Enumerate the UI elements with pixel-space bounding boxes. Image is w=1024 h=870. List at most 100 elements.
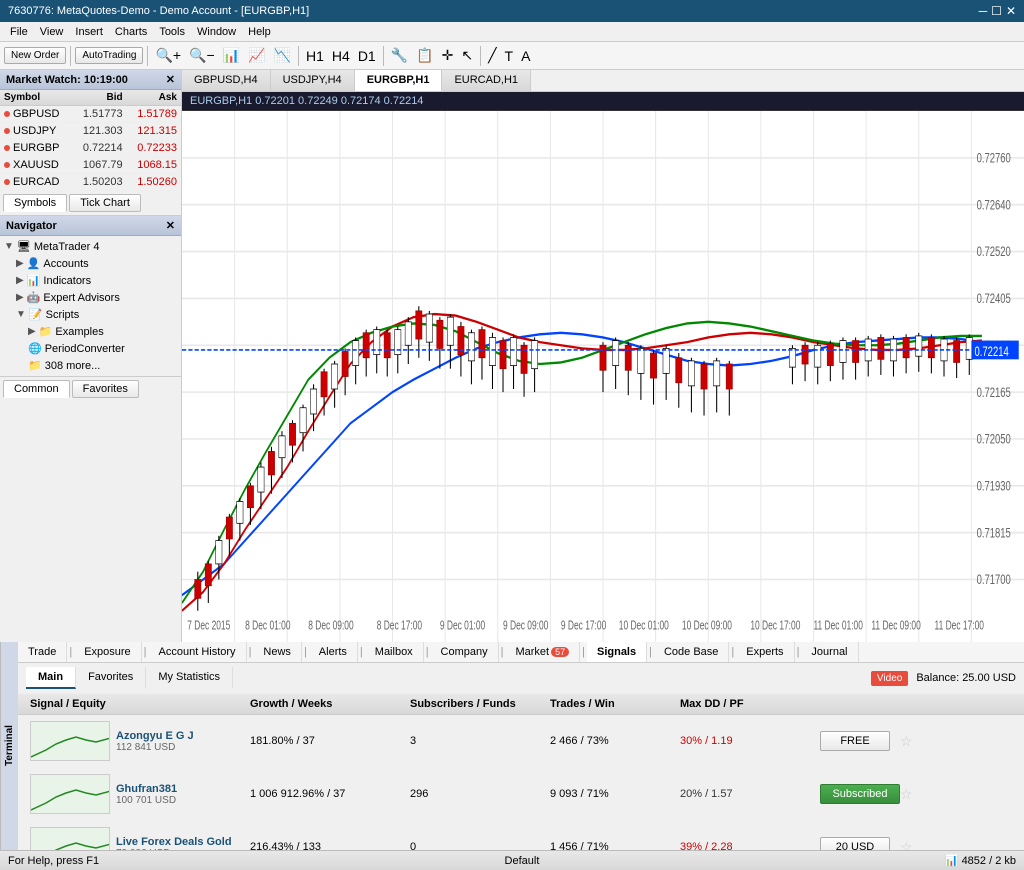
terminal-wrapper: Terminal Trade | Exposure | Account Hist… [0, 642, 1024, 850]
template-icon[interactable]: 📋 [413, 45, 436, 66]
signal-row[interactable]: Live Forex Deals Gold 79 086 USD 216.43%… [18, 821, 1024, 850]
market-watch-row[interactable]: GBPUSD 1.51773 1.51789 [0, 106, 181, 123]
text-tool-icon[interactable]: T [502, 46, 517, 66]
auto-trading-button[interactable]: AutoTrading [75, 47, 143, 64]
symbols-tab[interactable]: Symbols [3, 194, 67, 212]
common-tab[interactable]: Common [3, 380, 70, 398]
signal-name[interactable]: Azongyu E G J [116, 730, 194, 742]
tab-signals[interactable]: Signals [587, 642, 647, 662]
tab-separator: | [67, 646, 74, 658]
subscribed-button[interactable]: Subscribed [820, 784, 900, 804]
signal-action-cell[interactable]: 20 USD [816, 837, 896, 850]
market-watch-close-icon[interactable]: ✕ [166, 73, 175, 86]
svg-text:0.71930: 0.71930 [977, 478, 1011, 494]
chart-tab-eurcad[interactable]: EURCAD,H1 [442, 70, 531, 91]
menu-item-charts[interactable]: Charts [109, 24, 153, 40]
signal-action-cell[interactable]: FREE [816, 731, 896, 751]
market-watch-row[interactable]: EURGBP 0.72214 0.72233 [0, 140, 181, 157]
bar-icon[interactable]: 📉 [271, 45, 294, 66]
nav-period-converter[interactable]: 🌐 PeriodConverter [0, 340, 181, 357]
line-chart-icon[interactable]: 📈 [245, 45, 268, 66]
chart-canvas[interactable]: 0.72760 0.72640 0.72520 0.72405 0.72285 … [182, 111, 1024, 642]
zoom-out-icon[interactable]: 🔍− [186, 45, 218, 66]
navigator-close-icon[interactable]: ✕ [166, 219, 175, 232]
menu-item-window[interactable]: Window [191, 24, 242, 40]
navigator-title: Navigator [6, 220, 57, 232]
chart-tab-gbpusd[interactable]: GBPUSD,H4 [182, 70, 271, 91]
chart-tab-usdjpy[interactable]: USDJPY,H4 [271, 70, 355, 91]
menu-item-tools[interactable]: Tools [153, 24, 191, 40]
period-icon[interactable]: H1 [303, 46, 327, 66]
signals-tab-main[interactable]: Main [26, 667, 76, 689]
favorites-tab[interactable]: Favorites [72, 380, 139, 398]
free-button[interactable]: FREE [820, 731, 890, 751]
period-d1-icon[interactable]: D1 [355, 46, 379, 66]
paid-button[interactable]: 20 USD [820, 837, 890, 850]
nav-accounts[interactable]: ▶ 👤 Accounts [0, 255, 181, 272]
close-button[interactable]: ✕ [1006, 4, 1016, 18]
tab-news[interactable]: News [253, 642, 302, 662]
crosshair-icon[interactable]: ✛ [439, 45, 457, 66]
line-tool-icon[interactable]: ╱ [485, 45, 499, 66]
tab-exposure[interactable]: Exposure [74, 642, 141, 662]
star-icon[interactable]: ☆ [900, 786, 913, 802]
star-icon[interactable]: ☆ [900, 733, 913, 749]
tick-chart-tab[interactable]: Tick Chart [69, 194, 141, 212]
video-button[interactable]: Video [871, 671, 908, 686]
indicator-icon[interactable]: 🔧 [388, 45, 411, 66]
new-order-button[interactable]: New Order [4, 47, 66, 64]
star-icon[interactable]: ☆ [900, 839, 913, 851]
tab-separator: | [302, 646, 309, 658]
signals-list: Azongyu E G J 112 841 USD 181.80% / 37 3… [18, 715, 1024, 850]
signals-tab-my-statistics[interactable]: My Statistics [146, 667, 233, 689]
nav-indicators[interactable]: ▶ 📊 Indicators [0, 272, 181, 289]
signal-action-cell[interactable]: Subscribed [816, 784, 896, 804]
maximize-button[interactable]: ☐ [991, 4, 1002, 18]
nav-more-label: 308 more... [45, 360, 101, 372]
tab-market[interactable]: Market57 [505, 642, 580, 662]
signal-trades-win: 1 456 / 71% [546, 841, 676, 850]
signal-row[interactable]: Azongyu E G J 112 841 USD 181.80% / 37 3… [18, 715, 1024, 768]
minimize-button[interactable]: ─ [979, 4, 988, 18]
market-watch-row[interactable]: EURCAD 1.50203 1.50260 [0, 174, 181, 191]
signal-name[interactable]: Ghufran381 [116, 783, 177, 795]
menu-item-view[interactable]: View [34, 24, 70, 40]
nav-examples[interactable]: ▶ 📁 Examples [0, 323, 181, 340]
menu-item-file[interactable]: File [4, 24, 34, 40]
nav-expert-advisors[interactable]: ▶ 🤖 Expert Advisors [0, 289, 181, 306]
signal-star-cell[interactable]: ☆ [896, 839, 926, 851]
nav-more[interactable]: 📁 308 more... [0, 357, 181, 374]
chart-tab-eurgbp[interactable]: EURGBP,H1 [355, 70, 443, 91]
tab-journal[interactable]: Journal [801, 642, 858, 662]
period-h4-icon[interactable]: H4 [329, 46, 353, 66]
label-tool-icon[interactable]: A [518, 46, 533, 66]
symbol-cell: USDJPY [0, 123, 72, 140]
toolbar-separator-4 [383, 46, 384, 66]
zoom-in-icon[interactable]: 🔍+ [152, 45, 184, 66]
nav-metatrader4[interactable]: ▼ 🖥 MetaTrader 4 [0, 238, 181, 255]
market-watch-row[interactable]: USDJPY 121.303 121.315 [0, 123, 181, 140]
tab-mailbox[interactable]: Mailbox [365, 642, 424, 662]
signal-row[interactable]: Ghufran381 100 701 USD 1 006 912.96% / 3… [18, 768, 1024, 821]
nav-scripts-icon: 📝 [29, 308, 43, 321]
tab-trade[interactable]: Trade [18, 642, 67, 662]
menu-item-insert[interactable]: Insert [69, 24, 109, 40]
signal-name[interactable]: Live Forex Deals Gold [116, 836, 232, 848]
chart-icon[interactable]: 📊 [220, 45, 243, 66]
pointer-icon[interactable]: ↖ [458, 45, 476, 66]
window-controls[interactable]: ─ ☐ ✕ [979, 4, 1016, 18]
signal-star-cell[interactable]: ☆ [896, 733, 926, 750]
tab-account-history[interactable]: Account History [149, 642, 247, 662]
tab-codebase[interactable]: Code Base [654, 642, 729, 662]
tab-experts[interactable]: Experts [736, 642, 794, 662]
svg-text:8 Dec 09:00: 8 Dec 09:00 [308, 619, 353, 633]
signals-tab-favorites[interactable]: Favorites [76, 667, 146, 689]
tab-alerts[interactable]: Alerts [309, 642, 358, 662]
signal-star-cell[interactable]: ☆ [896, 786, 926, 803]
tab-company[interactable]: Company [431, 642, 499, 662]
market-watch-row[interactable]: XAUUSD 1067.79 1068.15 [0, 157, 181, 174]
nav-scripts[interactable]: ▼ 📝 Scripts [0, 306, 181, 323]
expand-icon: ▶ [16, 275, 24, 286]
menu-item-help[interactable]: Help [242, 24, 277, 40]
terminal-label[interactable]: Terminal [0, 642, 18, 850]
